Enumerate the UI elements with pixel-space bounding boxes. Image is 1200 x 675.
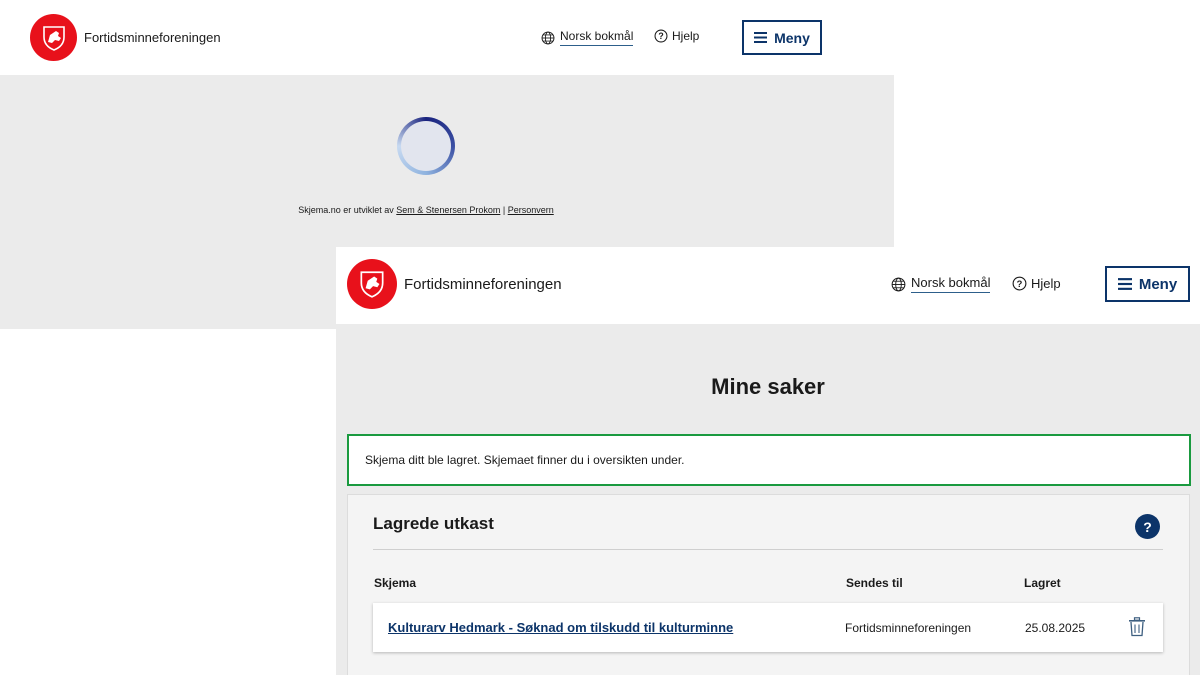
svg-text:?: ? — [658, 31, 663, 41]
saved-date-cell: 25.08.2025 — [1025, 621, 1086, 635]
column-header-saved: Lagret — [1024, 576, 1061, 590]
trash-icon[interactable] — [1128, 617, 1146, 637]
question-circle-icon[interactable]: ? — [1135, 514, 1160, 539]
foreground-window: Fortidsminneforeningen Norsk bokmål ? Hj… — [336, 247, 1200, 675]
language-label: Norsk bokmål — [911, 275, 991, 293]
developer-link[interactable]: Sem & Stenersen Prokom — [396, 205, 500, 215]
form-link[interactable]: Kulturarv Hedmark - Søknad om tilskudd t… — [388, 620, 733, 635]
help-label: Hjelp — [1031, 276, 1061, 291]
help-link[interactable]: ? Hjelp — [1012, 276, 1061, 291]
language-label: Norsk bokmål — [560, 29, 634, 46]
recipient-cell: Fortidsminneforeningen — [845, 621, 972, 635]
hamburger-icon — [754, 32, 768, 43]
column-header-form: Skjema — [374, 576, 417, 590]
menu-button[interactable]: Meny — [742, 20, 822, 55]
hamburger-icon — [1117, 278, 1132, 290]
panel-divider — [373, 549, 1163, 550]
footer-credit-text: Skjema.no er utviklet av — [298, 205, 394, 215]
globe-icon — [891, 277, 906, 291]
success-alert-text: Skjema ditt ble lagret. Skjemaet finner … — [365, 453, 685, 467]
page-title: Mine saker — [711, 374, 825, 399]
question-circle-icon: ? — [654, 29, 668, 43]
menu-label: Meny — [1138, 275, 1178, 293]
language-selector[interactable]: Norsk bokmål — [891, 275, 991, 293]
loading-spinner-icon — [397, 117, 455, 175]
success-alert: Skjema ditt ble lagret. Skjemaet finner … — [347, 434, 1191, 486]
panel-title: Lagrede utkast — [373, 514, 494, 533]
site-footer: Skjema.no er utviklet av Sem & Stenersen… — [0, 205, 852, 215]
svg-text:?: ? — [1017, 279, 1023, 289]
heraldic-lion-logo-icon[interactable] — [347, 259, 397, 309]
language-selector[interactable]: Norsk bokmål — [541, 29, 634, 46]
site-header: Fortidsminneforeningen Norsk bokmål ? Hj… — [0, 0, 894, 75]
saved-drafts-panel: Lagrede utkast ? Skjema Sendes til Lagre… — [347, 494, 1190, 675]
site-brand-name[interactable]: Fortidsminneforeningen — [404, 276, 562, 293]
site-header: Fortidsminneforeningen Norsk bokmål ? Hj… — [336, 247, 1200, 324]
privacy-link[interactable]: Personvern — [508, 205, 554, 215]
menu-button[interactable]: Meny — [1105, 266, 1190, 302]
table-row: Kulturarv Hedmark - Søknad om tilskudd t… — [373, 603, 1163, 652]
help-link[interactable]: ? Hjelp — [654, 29, 699, 43]
site-brand-name[interactable]: Fortidsminneforeningen — [84, 30, 221, 45]
globe-icon — [541, 31, 555, 44]
footer-separator: | — [502, 205, 506, 215]
help-glyph: ? — [1143, 518, 1152, 535]
question-circle-icon: ? — [1012, 276, 1027, 291]
help-label: Hjelp — [672, 29, 700, 43]
column-header-recipient: Sendes til — [846, 576, 903, 590]
heraldic-lion-logo-icon[interactable] — [30, 14, 77, 61]
menu-label: Meny — [774, 29, 810, 46]
